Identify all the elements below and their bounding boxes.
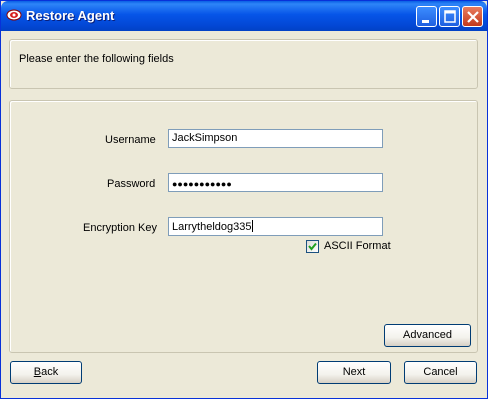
encryption-key-label: Encryption Key xyxy=(83,222,157,234)
username-label: Username xyxy=(105,134,156,146)
instruction-text: Please enter the following fields xyxy=(19,53,174,65)
minimize-icon xyxy=(422,20,429,23)
back-button[interactable]: Back xyxy=(10,361,82,384)
password-label: Password xyxy=(107,178,156,190)
minimize-button[interactable] xyxy=(416,6,437,27)
next-button[interactable]: Next xyxy=(317,361,391,384)
app-icon xyxy=(6,9,22,21)
password-field[interactable]: ●●●●●●●●●●● xyxy=(168,173,383,192)
close-icon xyxy=(467,11,479,23)
ascii-format-checkbox[interactable] xyxy=(306,240,319,253)
restore-agent-window: Restore Agent Please enter the following… xyxy=(0,0,488,399)
text-caret xyxy=(251,220,253,232)
maximize-button[interactable] xyxy=(439,6,460,27)
encryption-key-field[interactable]: Larrytheldog335 xyxy=(168,217,383,236)
checkmark-icon xyxy=(308,242,317,251)
title-bar[interactable]: Restore Agent xyxy=(1,1,487,31)
maximize-icon xyxy=(444,10,456,23)
encryption-key-value: Larrytheldog335 xyxy=(172,221,252,233)
ascii-format-label: ASCII Format xyxy=(324,240,391,252)
close-button[interactable] xyxy=(462,6,483,27)
username-value: JackSimpson xyxy=(172,132,238,144)
cancel-button[interactable]: Cancel xyxy=(404,361,477,384)
instruction-panel: Please enter the following fields xyxy=(9,39,478,89)
back-label: ack xyxy=(41,366,59,378)
back-mnemonic: B xyxy=(33,366,42,378)
window-title: Restore Agent xyxy=(26,8,115,23)
password-mask: ●●●●●●●●●●● xyxy=(172,179,232,189)
advanced-button[interactable]: Advanced xyxy=(384,324,471,347)
username-field[interactable]: JackSimpson xyxy=(168,129,383,148)
